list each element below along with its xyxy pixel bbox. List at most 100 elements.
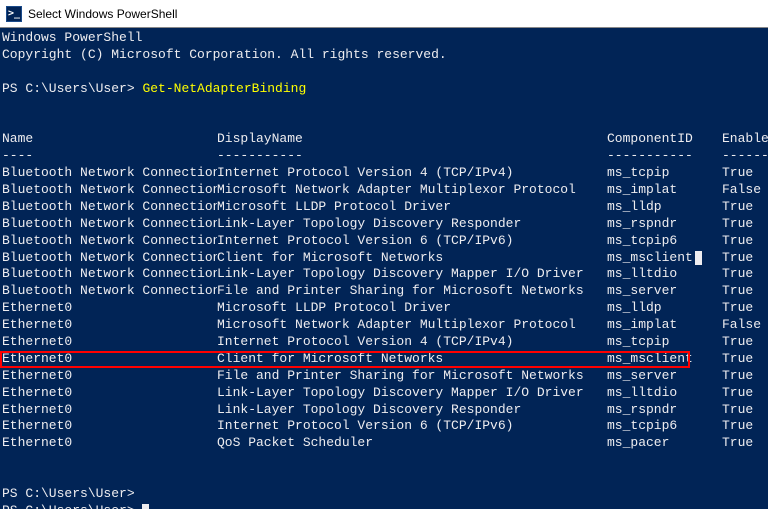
window-titlebar[interactable]: >_ Select Windows PowerShell	[0, 0, 768, 28]
cell-component: ms_msclient	[607, 250, 722, 267]
cell-component: ms_implat	[607, 182, 722, 199]
table-row: Ethernet0File and Printer Sharing for Mi…	[2, 368, 766, 385]
cell-display: Internet Protocol Version 6 (TCP/IPv6)	[217, 418, 607, 435]
cell-component: ms_tcpip6	[607, 418, 722, 435]
cell-display: Client for Microsoft Networks	[217, 351, 607, 368]
table-row: Bluetooth Network ConnectionMicrosoft Ne…	[2, 182, 766, 199]
cell-enabled: True	[722, 351, 768, 368]
cell-display: Client for Microsoft Networks	[217, 250, 607, 267]
cell-name: Ethernet0	[2, 334, 217, 351]
table-row: Bluetooth Network ConnectionMicrosoft LL…	[2, 199, 766, 216]
col-header-display: DisplayName	[217, 131, 607, 148]
cell-name: Bluetooth Network Connection	[2, 283, 217, 300]
table-row: Ethernet0Link-Layer Topology Discovery R…	[2, 402, 766, 419]
cell-enabled: True	[722, 266, 768, 283]
table-row: Bluetooth Network ConnectionFile and Pri…	[2, 283, 766, 300]
cell-component: ms_tcpip6	[607, 233, 722, 250]
cell-component: ms_tcpip	[607, 165, 722, 182]
cell-component: ms_implat	[607, 317, 722, 334]
cell-enabled: True	[722, 385, 768, 402]
powershell-icon: >_	[6, 6, 22, 22]
cell-enabled: False	[722, 182, 768, 199]
cell-name: Bluetooth Network Connection	[2, 165, 217, 182]
cell-name: Ethernet0	[2, 300, 217, 317]
col-header-enabled: Enable	[722, 131, 768, 148]
table-dash-row: ---- ----------- ----------- ------	[2, 148, 766, 165]
col-header-component: ComponentID	[607, 131, 722, 148]
cell-enabled: True	[722, 233, 768, 250]
cell-enabled: False	[722, 317, 768, 334]
cell-name: Ethernet0	[2, 351, 217, 368]
cell-component: ms_server	[607, 368, 722, 385]
table-row: Bluetooth Network ConnectionLink-Layer T…	[2, 266, 766, 283]
selection-cursor-icon	[695, 251, 702, 265]
cell-enabled: True	[722, 418, 768, 435]
cell-enabled: True	[722, 250, 768, 267]
table-row: Ethernet0QoS Packet Schedulerms_pacerTru…	[2, 435, 766, 452]
table-row: Bluetooth Network ConnectionClient for M…	[2, 250, 766, 267]
cell-name: Ethernet0	[2, 385, 217, 402]
cell-name: Ethernet0	[2, 368, 217, 385]
cell-name: Bluetooth Network Connection	[2, 250, 217, 267]
cell-name: Bluetooth Network Connection	[2, 233, 217, 250]
cell-enabled: True	[722, 435, 768, 452]
cell-component: ms_msclient	[607, 351, 722, 368]
cell-component: ms_rspndr	[607, 402, 722, 419]
cell-enabled: True	[722, 216, 768, 233]
cell-display: File and Printer Sharing for Microsoft N…	[217, 368, 607, 385]
table-row: Bluetooth Network ConnectionInternet Pro…	[2, 233, 766, 250]
blank-line	[2, 114, 766, 131]
cell-display: Microsoft Network Adapter Multiplexor Pr…	[217, 182, 607, 199]
cell-component: ms_lltdio	[607, 266, 722, 283]
blank-line	[2, 98, 766, 115]
cell-display: QoS Packet Scheduler	[217, 435, 607, 452]
cell-component: ms_server	[607, 283, 722, 300]
cell-display: Microsoft LLDP Protocol Driver	[217, 300, 607, 317]
table-row: Ethernet0Internet Protocol Version 6 (TC…	[2, 418, 766, 435]
cell-enabled: True	[722, 334, 768, 351]
table-row: Ethernet0Internet Protocol Version 4 (TC…	[2, 334, 766, 351]
cell-enabled: True	[722, 199, 768, 216]
cell-name: Ethernet0	[2, 402, 217, 419]
blank-line	[2, 469, 766, 486]
cell-component: ms_lldp	[607, 199, 722, 216]
cell-name: Bluetooth Network Connection	[2, 199, 217, 216]
cell-component: ms_pacer	[607, 435, 722, 452]
cell-display: Link-Layer Topology Discovery Mapper I/O…	[217, 385, 607, 402]
table-row: Ethernet0Client for Microsoft Networksms…	[2, 351, 766, 368]
table-row: Bluetooth Network ConnectionInternet Pro…	[2, 165, 766, 182]
cursor-icon	[142, 504, 149, 509]
cell-component: ms_rspndr	[607, 216, 722, 233]
cell-name: Bluetooth Network Connection	[2, 182, 217, 199]
table-body: Bluetooth Network ConnectionInternet Pro…	[2, 165, 766, 452]
cell-name: Bluetooth Network Connection	[2, 216, 217, 233]
command-text: Get-NetAdapterBinding	[142, 81, 306, 96]
cell-enabled: True	[722, 165, 768, 182]
cell-display: Microsoft LLDP Protocol Driver	[217, 199, 607, 216]
cell-component: ms_lldp	[607, 300, 722, 317]
header-line-2: Copyright (C) Microsoft Corporation. All…	[2, 47, 766, 64]
prompt-path: PS C:\Users\User>	[2, 81, 135, 96]
cell-display: Internet Protocol Version 6 (TCP/IPv6)	[217, 233, 607, 250]
cell-display: File and Printer Sharing for Microsoft N…	[217, 283, 607, 300]
table-row: Ethernet0Microsoft Network Adapter Multi…	[2, 317, 766, 334]
cell-enabled: True	[722, 368, 768, 385]
col-header-name: Name	[2, 131, 217, 148]
prompt-line: PS C:\Users\User>	[2, 486, 766, 503]
command-prompt-line: PS C:\Users\User> Get-NetAdapterBinding	[2, 81, 766, 98]
table-row: Ethernet0Link-Layer Topology Discovery M…	[2, 385, 766, 402]
cell-display: Internet Protocol Version 4 (TCP/IPv4)	[217, 165, 607, 182]
table-header: Name DisplayName ComponentID Enable	[2, 131, 766, 148]
cell-enabled: True	[722, 283, 768, 300]
table-row: Ethernet0Microsoft LLDP Protocol Driverm…	[2, 300, 766, 317]
cell-name: Bluetooth Network Connection	[2, 266, 217, 283]
cell-component: ms_lltdio	[607, 385, 722, 402]
cell-name: Ethernet0	[2, 418, 217, 435]
terminal-area[interactable]: Windows PowerShell Copyright (C) Microso…	[0, 28, 768, 509]
cell-display: Link-Layer Topology Discovery Responder	[217, 402, 607, 419]
blank-line	[2, 452, 766, 469]
header-line-1: Windows PowerShell	[2, 30, 766, 47]
cell-display: Link-Layer Topology Discovery Responder	[217, 216, 607, 233]
cell-enabled: True	[722, 402, 768, 419]
prompt-line-active[interactable]: PS C:\Users\User>	[2, 503, 766, 509]
